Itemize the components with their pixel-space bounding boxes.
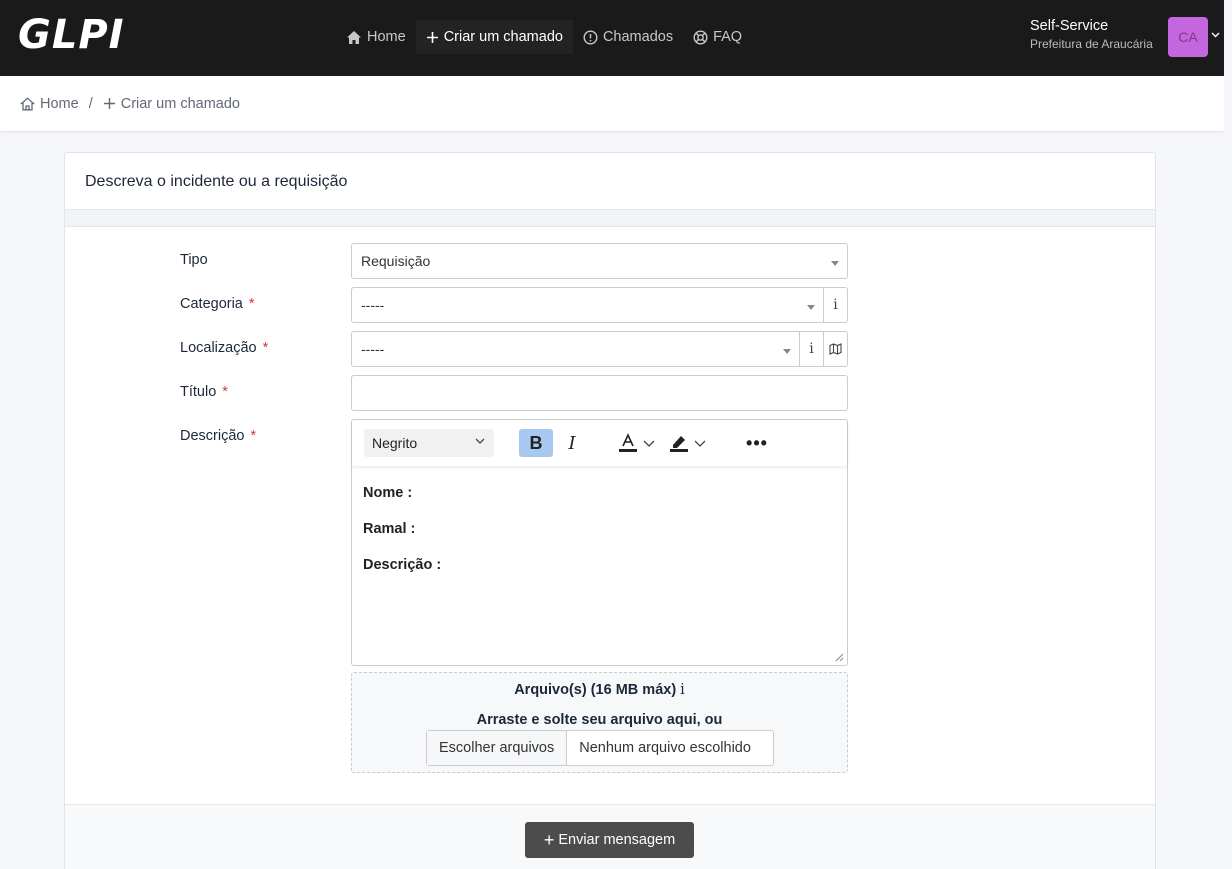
breadcrumb-current[interactable]: Criar um chamado bbox=[103, 96, 240, 112]
plus-icon: + bbox=[543, 829, 555, 850]
form-subheader bbox=[65, 210, 1155, 227]
nav-faq-label: FAQ bbox=[713, 29, 743, 45]
submit-button[interactable]: + Enviar mensagem bbox=[525, 822, 694, 858]
categoria-label: Categoria * bbox=[180, 296, 255, 312]
nav-tickets[interactable]: Chamados bbox=[573, 20, 683, 54]
required-mark: * bbox=[222, 384, 228, 400]
nav-create-ticket-label: Criar um chamado bbox=[443, 29, 563, 45]
breadcrumb-home-label: Home bbox=[40, 95, 79, 112]
no-file-text: Nenhum arquivo escolhido bbox=[579, 740, 751, 756]
home-outline-icon bbox=[20, 96, 35, 110]
breadcrumb-home[interactable]: Home bbox=[20, 96, 79, 112]
required-mark: * bbox=[250, 428, 257, 444]
ticket-form-card: Descreva o incidente ou a requisição Tip… bbox=[64, 152, 1156, 869]
italic-button[interactable]: I bbox=[558, 429, 586, 457]
top-navbar: GLPI Home Criar um chamado Chamados FAQ … bbox=[0, 0, 1224, 76]
text-color-button[interactable] bbox=[617, 429, 663, 457]
plus-icon bbox=[103, 98, 115, 109]
home-icon bbox=[347, 30, 361, 44]
avatar-initials: CA bbox=[1178, 29, 1198, 45]
bold-button[interactable]: B bbox=[519, 429, 553, 457]
caret-down-icon bbox=[807, 304, 815, 310]
chevron-down-icon[interactable] bbox=[1211, 30, 1220, 41]
format-select[interactable]: Negrito bbox=[364, 429, 494, 457]
text-color-icon bbox=[619, 433, 637, 452]
caret-down-icon bbox=[831, 260, 839, 266]
editor-line-descricao: Descrição : bbox=[363, 557, 442, 573]
main-nav: Home Criar um chamado Chamados FAQ bbox=[336, 20, 752, 54]
localizacao-label: Localização * bbox=[180, 340, 269, 356]
nav-home[interactable]: Home bbox=[336, 20, 416, 54]
required-mark: * bbox=[262, 340, 269, 356]
lifebuoy-icon bbox=[693, 29, 708, 45]
user-menu[interactable]: Self-Service Prefeitura de Araucária bbox=[1030, 18, 1153, 51]
breadcrumb: Home / Criar um chamado bbox=[0, 76, 1224, 132]
breadcrumb-current-label: Criar um chamado bbox=[120, 95, 240, 112]
submit-label: Enviar mensagem bbox=[558, 832, 676, 848]
tipo-label: Tipo bbox=[180, 252, 208, 268]
editor-content[interactable]: Nome : Ramal : Descrição : bbox=[352, 466, 847, 610]
info-icon[interactable]: i bbox=[799, 332, 823, 366]
tipo-value: Requisição bbox=[361, 253, 431, 269]
file-input[interactable]: Escolher arquivos Nenhum arquivo escolhi… bbox=[426, 730, 774, 766]
chevron-down-icon bbox=[694, 440, 706, 447]
info-icon[interactable]: i bbox=[823, 288, 847, 322]
highlight-color-button[interactable] bbox=[668, 429, 714, 457]
nav-create-ticket[interactable]: Criar um chamado bbox=[415, 20, 573, 54]
avatar[interactable]: CA bbox=[1168, 17, 1208, 57]
highlighter-icon bbox=[670, 436, 688, 452]
required-mark: * bbox=[248, 296, 255, 312]
editor-line-nome: Nome : bbox=[363, 485, 413, 501]
titulo-label: Título * bbox=[180, 384, 228, 400]
choose-files-button[interactable]: Escolher arquivos bbox=[427, 731, 568, 765]
scrollbar[interactable] bbox=[1224, 0, 1232, 869]
localizacao-select[interactable]: ----- i bbox=[351, 331, 848, 367]
caret-down-icon bbox=[783, 348, 791, 354]
chevron-down-icon bbox=[475, 438, 485, 444]
glpi-logo[interactable]: GLPI bbox=[18, 12, 125, 58]
info-icon[interactable]: i bbox=[680, 682, 685, 698]
plus-icon bbox=[426, 31, 438, 43]
format-value: Negrito bbox=[372, 435, 418, 451]
files-title: Arquivo(s) (16 MB máx) i bbox=[514, 682, 685, 698]
chevron-down-icon bbox=[643, 440, 655, 447]
categoria-value: ----- bbox=[361, 297, 385, 313]
titulo-input[interactable] bbox=[351, 375, 848, 411]
breadcrumb-separator: / bbox=[88, 95, 93, 112]
map-icon[interactable] bbox=[823, 332, 847, 366]
resize-handle-icon[interactable] bbox=[835, 653, 844, 662]
editor-line-ramal: Ramal : bbox=[363, 521, 416, 537]
description-editor[interactable]: Negrito B I ••• Nome : Ramal : Descrição… bbox=[351, 419, 848, 666]
more-options-button[interactable]: ••• bbox=[742, 429, 772, 457]
tipo-select[interactable]: Requisição bbox=[351, 243, 848, 279]
nav-faq[interactable]: FAQ bbox=[683, 20, 752, 54]
alert-circle-icon bbox=[583, 29, 598, 45]
drag-drop-text: Arraste e solte seu arquivo aqui, ou bbox=[476, 712, 723, 728]
editor-toolbar: Negrito B I ••• bbox=[352, 420, 847, 466]
form-footer: + Enviar mensagem bbox=[65, 804, 1155, 869]
file-dropzone[interactable]: Arquivo(s) (16 MB máx) i Arraste e solte … bbox=[351, 672, 848, 773]
user-profile-name: Self-Service bbox=[1030, 18, 1109, 34]
nav-home-label: Home bbox=[367, 29, 406, 45]
nav-tickets-label: Chamados bbox=[602, 29, 674, 45]
form-header: Descreva o incidente ou a requisição bbox=[65, 153, 1155, 210]
localizacao-value: ----- bbox=[361, 341, 385, 357]
user-entity-name: Prefeitura de Araucária bbox=[1030, 37, 1153, 51]
categoria-select[interactable]: ----- i bbox=[351, 287, 848, 323]
descricao-label: Descrição * bbox=[180, 428, 257, 444]
